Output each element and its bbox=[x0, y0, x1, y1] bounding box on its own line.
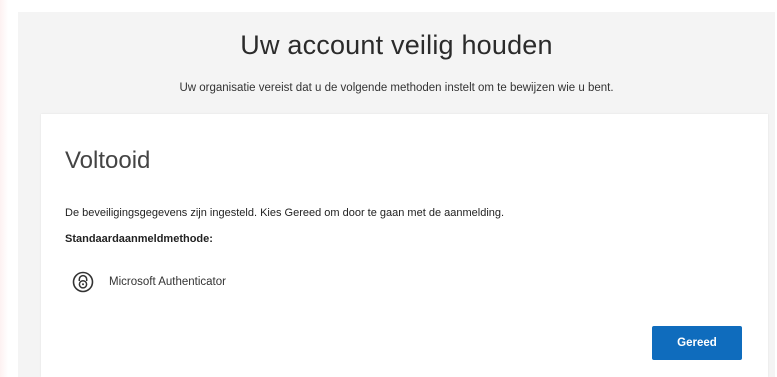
default-method-name: Microsoft Authenticator bbox=[109, 276, 226, 288]
card-title: Voltooid bbox=[65, 147, 151, 174]
default-method-row: Microsoft Authenticator bbox=[71, 269, 226, 295]
page-subtitle: Uw organisatie vereist dat u de volgende… bbox=[179, 82, 614, 94]
completion-card: Voltooid De beveiligingsgegevens zijn in… bbox=[41, 114, 768, 377]
done-button[interactable]: Gereed bbox=[652, 326, 742, 360]
completion-description: De beveiligingsgegevens zijn ingesteld. … bbox=[65, 207, 505, 219]
page-title: Uw account veilig houden bbox=[240, 30, 553, 60]
authenticator-lock-icon bbox=[71, 270, 95, 294]
page-container: Uw account veilig houden Uw organisatie … bbox=[18, 12, 775, 377]
default-method-label: Standaardaanmeldmethode: bbox=[65, 233, 213, 245]
left-edge-accent bbox=[0, 0, 8, 377]
